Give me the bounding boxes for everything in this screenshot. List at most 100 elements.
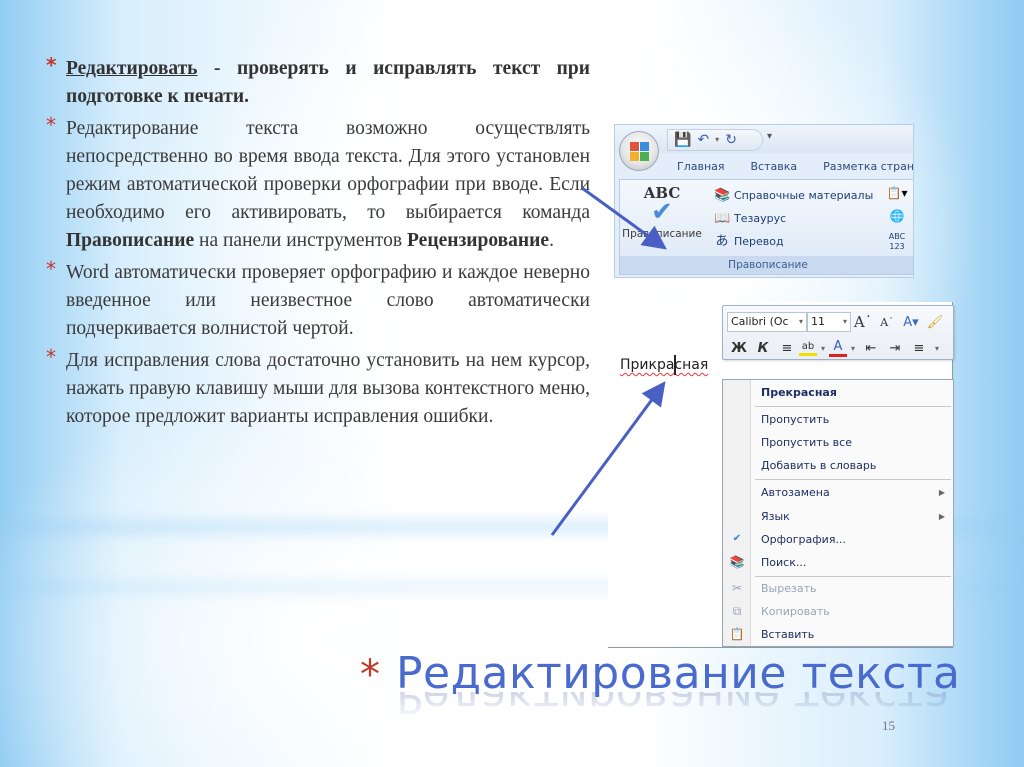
menu-item-copy[interactable]: Копировать xyxy=(761,601,947,623)
styles-icon[interactable]: A▾ xyxy=(899,315,923,330)
context-menu-screenshot: Calibri (Ос ▾ 11 ▾ A˙ A˙ A▾ 🖌 Ж К ≡ ab ▾… xyxy=(608,302,954,648)
font-color-icon[interactable]: A xyxy=(829,339,847,357)
bullet-text: на панели инструментов xyxy=(194,230,408,251)
bullet-marker: * xyxy=(46,345,56,369)
translate-icon: あ xyxy=(715,233,729,249)
chevron-down-icon[interactable]: ▾ xyxy=(817,344,829,353)
align-center-icon[interactable]: ≡ xyxy=(775,341,799,356)
bullet-marker: * xyxy=(46,113,56,137)
thesaurus-label: Тезаурус xyxy=(734,212,787,225)
menu-item-ignore[interactable]: Пропустить xyxy=(761,409,947,431)
bullet-item: * Редактирование текста возможно осущест… xyxy=(44,113,590,255)
bullet-marker: * xyxy=(46,53,57,77)
font-name-value: Calibri (Ос xyxy=(731,315,789,328)
menu-item-label: Автозамена xyxy=(761,486,830,499)
spelling-button-label: Правописание xyxy=(622,228,702,240)
redo-icon[interactable]: ↻ xyxy=(725,133,737,147)
quick-access-toolbar: 💾 ↶ ▾ ↻ xyxy=(667,129,763,151)
research-button[interactable]: 📚 Справочные материалы xyxy=(714,184,873,207)
chevron-down-icon[interactable]: ▾ xyxy=(931,344,943,353)
spelling-icon: ✔ xyxy=(732,533,742,544)
font-size-select[interactable]: 11 ▾ xyxy=(807,312,851,332)
italic-button[interactable]: К xyxy=(751,341,775,356)
bullet-bold-term: Правописание xyxy=(66,230,195,251)
menu-separator xyxy=(755,576,951,577)
title-marker: * xyxy=(360,652,380,698)
bullet-item: * Редактировать - проверять и исправлять… xyxy=(44,53,590,111)
font-size-value: 11 xyxy=(811,315,825,328)
cut-icon: ✂ xyxy=(731,581,743,595)
thesaurus-button[interactable]: 📖 Тезаурус xyxy=(714,207,873,230)
ribbon-group-proofing: ABC ✔ Правописание 📚 Справочные материал… xyxy=(619,179,913,275)
paste-icon: 📋 xyxy=(729,627,745,641)
slide-title-reflection: Редактирование текста xyxy=(396,692,951,722)
bullet-text: Для исправления слова достаточно установ… xyxy=(66,350,590,427)
spelling-button[interactable]: ABC ✔ Правописание xyxy=(622,184,702,240)
copy-icon: ⧉ xyxy=(732,604,742,618)
tab-insert[interactable]: Вставка xyxy=(751,160,798,173)
bullet-bold-term: Рецензирование xyxy=(407,230,550,251)
menu-item-paste[interactable]: Вставить xyxy=(761,624,947,646)
grow-font-icon[interactable]: A˙ xyxy=(851,313,875,331)
menu-item-spelling[interactable]: Орфография... xyxy=(761,529,947,551)
chevron-down-icon[interactable]: ▾ xyxy=(715,136,719,144)
mini-toolbar: Calibri (Ос ▾ 11 ▾ A˙ A˙ A▾ 🖌 Ж К ≡ ab ▾… xyxy=(722,305,954,360)
save-icon[interactable]: 💾 xyxy=(674,133,691,147)
mini-toolbar-row: Ж К ≡ ab ▾ A ▾ ⇤ ⇥ ≡ ▾ xyxy=(727,337,943,359)
menu-separator xyxy=(755,406,951,407)
books-icon: 📚 xyxy=(714,187,731,203)
language-icon[interactable]: 📋▾ xyxy=(882,186,912,209)
submenu-arrow-icon: ▶ xyxy=(938,512,945,521)
bold-button[interactable]: Ж xyxy=(727,341,751,356)
bullet-text: . xyxy=(549,230,554,251)
thesaurus-icon: 📖 xyxy=(714,210,731,226)
bullet-item: * Word автоматически проверяет орфографи… xyxy=(44,257,590,343)
highlight-icon[interactable]: ab xyxy=(799,341,817,356)
menu-item-cut[interactable]: Вырезать xyxy=(761,578,947,600)
menu-item-label: Язык xyxy=(761,510,790,523)
group-label: Правописание xyxy=(620,256,913,274)
research-icon: 📚 xyxy=(729,555,745,569)
chevron-down-icon: ▾ xyxy=(842,317,847,326)
ribbon-tabs: Главная Вставка Разметка стран xyxy=(615,153,913,179)
bullet-list: * Редактировать - проверять и исправлять… xyxy=(44,53,590,435)
misspelled-word[interactable]: Прикрасная xyxy=(620,357,708,373)
research-label: Справочные материалы xyxy=(734,189,874,202)
submenu-arrow-icon: ▶ xyxy=(938,488,945,497)
page-number: 15 xyxy=(882,718,895,733)
menu-item-autocorrect[interactable]: Автозамена ▶ xyxy=(761,482,947,504)
shrink-font-icon[interactable]: A˙ xyxy=(875,316,899,329)
decrease-indent-icon[interactable]: ⇤ xyxy=(859,341,883,356)
context-menu: Прекрасная Пропустить Пропустить все Доб… xyxy=(722,379,954,647)
tab-home[interactable]: Главная xyxy=(677,160,725,173)
ribbon-screenshot: 💾 ↶ ▾ ↻ ▾ Главная Вставка Разметка стран… xyxy=(614,124,914,278)
quick-access-bar xyxy=(615,125,913,153)
font-name-select[interactable]: Calibri (Ос ▾ xyxy=(727,312,807,332)
chevron-down-icon: ▾ xyxy=(798,317,803,326)
bullet-text: Редактирование текста возможно осуществл… xyxy=(66,118,590,223)
customize-qat-icon[interactable]: ▾ xyxy=(767,131,772,142)
bullet-marker: * xyxy=(46,257,56,281)
checkmark-icon: ✔ xyxy=(651,197,673,227)
globe-icon[interactable]: 🌐 xyxy=(882,209,912,232)
proofing-side-icons: 📋▾ 🌐 ABC 123 xyxy=(882,186,912,255)
increase-indent-icon[interactable]: ⇥ xyxy=(883,341,907,356)
menu-item-suggestion[interactable]: Прекрасная xyxy=(761,382,947,404)
menu-item-ignore-all[interactable]: Пропустить все xyxy=(761,432,947,454)
menu-item-add-to-dictionary[interactable]: Добавить в словарь xyxy=(761,455,947,477)
chevron-down-icon[interactable]: ▾ xyxy=(847,344,859,353)
bullets-icon[interactable]: ≡ xyxy=(907,341,931,356)
undo-icon[interactable]: ↶ xyxy=(697,133,709,147)
bullet-term: Редактировать xyxy=(66,58,198,79)
bullet-text: Word автоматически проверяет орфографию … xyxy=(66,262,590,339)
bullet-item: * Для исправления слова достаточно устан… xyxy=(44,345,590,431)
tab-page-layout[interactable]: Разметка стран xyxy=(823,160,913,173)
proofing-small-buttons: 📚 Справочные материалы 📖 Тезаурус あ Пере… xyxy=(714,184,873,253)
format-painter-icon[interactable]: 🖌 xyxy=(923,315,947,330)
menu-item-research[interactable]: Поиск... xyxy=(761,552,947,574)
menu-separator xyxy=(755,479,951,480)
translate-button[interactable]: あ Перевод xyxy=(714,230,873,253)
word-count-icon[interactable]: ABC 123 xyxy=(882,232,912,255)
text-cursor xyxy=(674,355,676,375)
menu-item-language[interactable]: Язык ▶ xyxy=(761,506,947,528)
